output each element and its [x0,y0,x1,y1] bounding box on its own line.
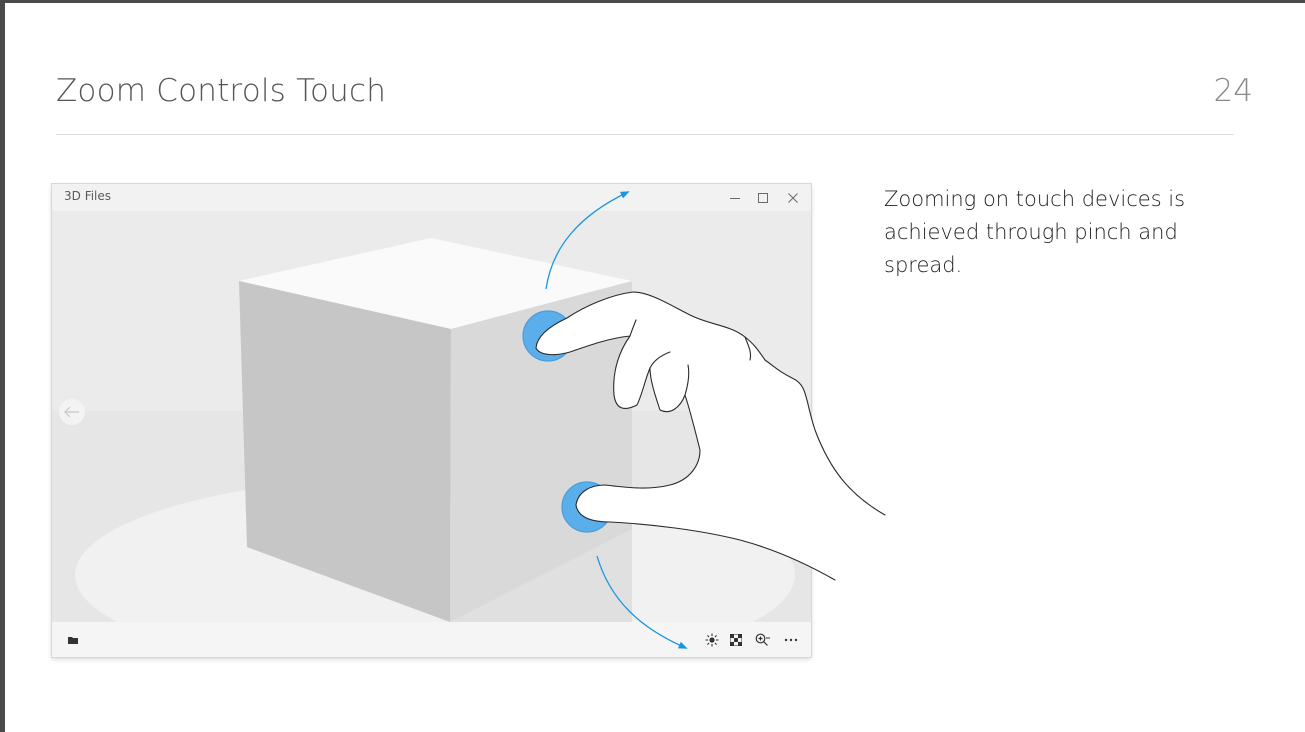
minimize-button[interactable] [721,184,749,211]
slide-title: Zoom Controls Touch [56,73,387,109]
3d-viewport[interactable] [52,211,811,622]
texture-button[interactable] [725,629,747,651]
texture-icon [730,634,742,646]
zoom-button[interactable] [752,629,774,651]
app-window: 3D Files [52,184,811,657]
open-folder-button[interactable] [62,629,84,651]
window-title: 3D Files [64,189,112,203]
more-button[interactable] [780,629,802,651]
minimize-icon [730,197,740,199]
window-titlebar[interactable]: 3D Files [52,184,811,211]
maximize-icon [758,192,768,203]
slide-number: 24 [1213,73,1253,109]
more-icon [784,638,798,642]
title-divider [56,134,1234,135]
lighting-icon [705,633,719,647]
folder-icon [68,637,78,644]
slide: Zoom Controls Touch 24 3D Files Zooming … [5,3,1305,732]
app-bar [52,622,811,657]
back-button[interactable] [59,399,85,425]
close-icon [788,192,798,203]
close-button[interactable] [779,184,807,211]
zoom-icon [755,633,770,646]
maximize-button[interactable] [749,184,777,211]
description-text: Zooming on touch devices is achieved thr… [884,187,1186,277]
lighting-button[interactable] [701,629,723,651]
